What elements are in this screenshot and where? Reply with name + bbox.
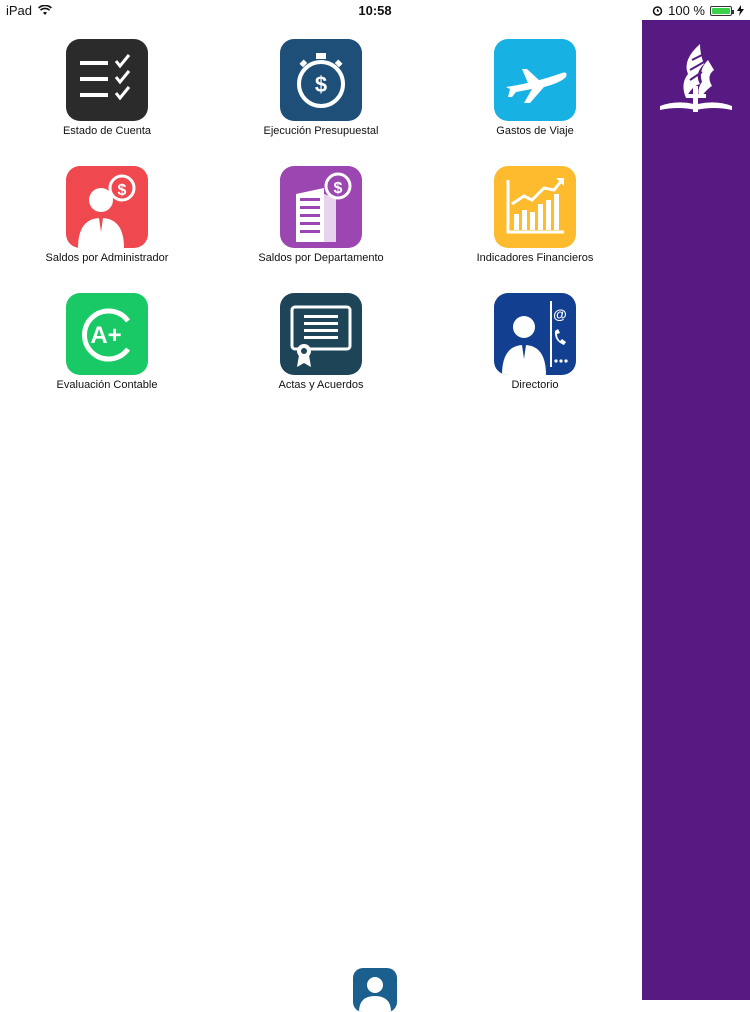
- tile-indicadores-financieros[interactable]: Indicadores Financieros: [435, 166, 635, 264]
- tile-label: Directorio: [511, 379, 559, 391]
- a-plus-grade-icon: A+: [66, 293, 148, 375]
- tile-saldos-por-administrador[interactable]: $ Saldos por Administrador: [7, 166, 207, 264]
- stopwatch-dollar-icon: $: [280, 39, 362, 121]
- growth-chart-icon: [494, 166, 576, 248]
- status-right: 100 %: [652, 3, 744, 18]
- tile-saldos-por-departamento[interactable]: $ Saldos por Departamento: [221, 166, 421, 264]
- tile-label: Gastos de Viaje: [496, 125, 574, 137]
- svg-text:$: $: [118, 182, 127, 199]
- certificate-icon: [280, 293, 362, 375]
- church-logo-icon: [660, 44, 732, 112]
- airplane-icon: [494, 39, 576, 121]
- charging-icon: [737, 5, 744, 16]
- tile-label: Saldos por Administrador: [45, 252, 169, 264]
- tile-directorio[interactable]: @ Directorio: [435, 293, 635, 391]
- tile-gastos-de-viaje[interactable]: Gastos de Viaje: [435, 39, 635, 137]
- tile-label: Saldos por Departamento: [258, 252, 384, 264]
- tile-evaluacion-contable[interactable]: A+ Evaluación Contable: [7, 293, 207, 391]
- user-profile-button[interactable]: [353, 968, 397, 1012]
- status-bar: iPad 10:58 100 %: [0, 0, 750, 20]
- admin-dollar-icon: $: [66, 166, 148, 248]
- checklist-icon: [66, 39, 148, 121]
- svg-text:$: $: [315, 72, 327, 97]
- battery-percent: 100 %: [668, 3, 705, 18]
- user-profile-icon: [359, 977, 391, 1012]
- alarm-icon: [652, 6, 663, 16]
- tile-estado-de-cuenta[interactable]: Estado de Cuenta: [7, 39, 207, 137]
- status-time: 10:58: [358, 3, 392, 18]
- tile-label: Indicadores Financieros: [476, 252, 594, 264]
- battery-fill: [712, 7, 730, 14]
- contact-card-icon: @: [494, 293, 576, 375]
- building-dollar-icon: $: [280, 166, 362, 248]
- svg-text:A+: A+: [90, 322, 121, 349]
- svg-text:@: @: [553, 306, 567, 322]
- sidebar: [642, 20, 750, 1000]
- tile-ejecucion-presupuestal[interactable]: $ Ejecución Presupuestal: [221, 39, 421, 137]
- tile-label: Estado de Cuenta: [62, 125, 152, 137]
- tile-label: Actas y Acuerdos: [278, 379, 364, 391]
- tile-label: Evaluación Contable: [56, 379, 158, 391]
- tile-actas-y-acuerdos[interactable]: Actas y Acuerdos: [221, 293, 421, 391]
- svg-text:$: $: [334, 180, 343, 197]
- tile-label: Ejecución Presupuestal: [263, 125, 379, 137]
- battery-icon: [710, 5, 734, 16]
